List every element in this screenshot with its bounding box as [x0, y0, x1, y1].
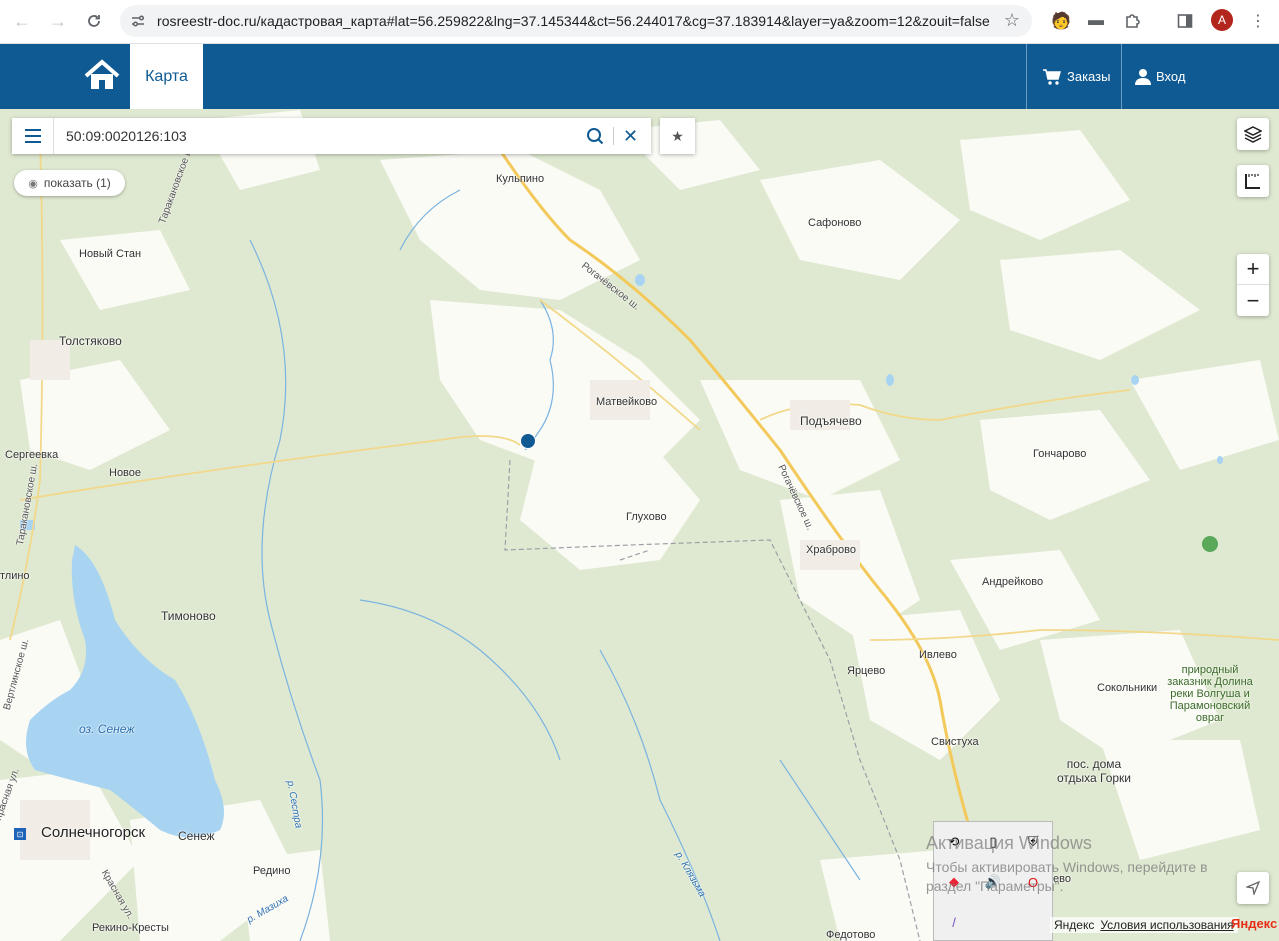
map-label: Редино — [253, 865, 291, 877]
pen-icon[interactable]: / — [943, 911, 965, 933]
address-bar[interactable]: rosreestr-doc.ru/кадастровая_карта#lat=5… — [120, 5, 1032, 37]
map-attribution: Яндекс Условия использования — [1050, 917, 1238, 933]
map-label: тлино — [0, 570, 30, 582]
map-label: Свистуха — [931, 736, 979, 748]
orders-link[interactable]: Заказы — [1042, 44, 1110, 109]
map-label: Глухово — [626, 511, 667, 523]
search-icon[interactable] — [586, 127, 604, 145]
activation-watermark-title: Активация Windows — [926, 833, 1092, 853]
search-input[interactable]: 50:09:0020126:103 — [66, 128, 187, 144]
user-icon — [1135, 69, 1151, 85]
orders-label: Заказы — [1067, 69, 1111, 84]
close-icon[interactable]: ✕ — [623, 126, 638, 147]
map-label: Тимоново — [161, 609, 216, 623]
url-text: rosreestr-doc.ru/кадастровая_карта#lat=5… — [157, 13, 990, 29]
layers-icon[interactable] — [1237, 118, 1269, 150]
map-label: Новый Стан — [79, 248, 142, 260]
ruler-icon[interactable] — [1237, 165, 1269, 197]
login-link[interactable]: Вход — [1135, 44, 1185, 109]
show-results-label: показать (1) — [43, 176, 111, 190]
map-label: Гончарово — [1033, 448, 1087, 460]
map-label: Толстяково — [59, 334, 122, 348]
tab-map[interactable]: Карта — [130, 44, 203, 109]
map-label: Сенеж — [178, 829, 215, 843]
extension-hat-icon[interactable]: ▬ — [1083, 8, 1109, 34]
map-label: Ивлево — [919, 649, 957, 661]
map-label: Храброво — [806, 544, 856, 556]
browser-toolbar: ← → rosreestr-doc.ru/кадастровая_карта#l… — [0, 0, 1279, 44]
map-label: Рекино-Кресты — [92, 922, 169, 934]
eye-icon: ◉ — [28, 177, 38, 190]
map-label: Сафоново — [808, 217, 862, 229]
bookmark-star-icon[interactable]: ☆ — [1004, 10, 1020, 31]
zoom-in-button[interactable]: + — [1237, 254, 1269, 285]
show-results-button[interactable]: ◉ показать (1) — [14, 170, 125, 196]
home-icon[interactable] — [80, 54, 124, 98]
cart-icon — [1043, 68, 1061, 85]
browser-menu-icon[interactable]: ⋮ — [1245, 8, 1271, 34]
yandex-logo: Яндекс — [1231, 916, 1278, 931]
back-icon[interactable]: ← — [7, 6, 37, 36]
site-header: Карта Заказы Вход — [0, 44, 1279, 109]
side-panel-icon[interactable] — [1172, 8, 1198, 34]
parcel-marker[interactable] — [520, 433, 536, 449]
map-label: Матвейково — [596, 396, 658, 408]
zoom-out-button[interactable]: − — [1237, 285, 1269, 316]
divider — [613, 127, 614, 145]
map-label: Ярцево — [847, 665, 886, 677]
activation-watermark-text: Чтобы активировать Windows, перейдите в … — [926, 859, 1208, 894]
map-label: Кульпино — [496, 173, 545, 185]
map-label: пос. дома отдыха Горки — [1056, 757, 1131, 785]
extensions-puzzle-icon[interactable] — [1119, 8, 1145, 34]
map-canvas[interactable]: Кульпино Сафоново Новый Стан Толстяково … — [0, 109, 1279, 941]
map-label: Андрейково — [982, 576, 1044, 588]
divider — [1026, 44, 1027, 109]
login-label: Вход — [1156, 69, 1186, 84]
favorite-star-icon[interactable]: ★ — [660, 118, 695, 154]
terms-link[interactable]: Условия использования — [1100, 918, 1233, 932]
zoom-control: + − — [1237, 254, 1269, 316]
forward-icon[interactable]: → — [43, 6, 73, 36]
menu-icon[interactable] — [12, 118, 54, 154]
train-station-icon: ⊡ — [14, 828, 26, 840]
site-settings-icon[interactable] — [130, 13, 146, 29]
map-label: Подъячево — [800, 414, 862, 428]
reserve-label: природный заказник Долина реки Волгуша и… — [1167, 664, 1253, 724]
extension-icon[interactable]: 🧑 — [1048, 8, 1074, 34]
map-label: Солнечногорск — [41, 824, 146, 841]
copyright-label: Яндекс — [1054, 918, 1095, 932]
map-label: оз. Сенеж — [79, 722, 135, 736]
divider — [1121, 44, 1122, 109]
map-label: Федотово — [826, 929, 876, 941]
reload-icon[interactable] — [79, 6, 109, 36]
search-panel: 50:09:0020126:103 ✕ — [12, 118, 651, 154]
map-label: Сокольники — [1097, 682, 1158, 694]
map-label: Новое — [109, 467, 142, 479]
map-tiles — [0, 109, 1279, 941]
map-label: Сергеевка — [5, 449, 59, 461]
reserve-marker-icon[interactable] — [1202, 536, 1218, 552]
profile-avatar[interactable]: A — [1211, 9, 1233, 31]
